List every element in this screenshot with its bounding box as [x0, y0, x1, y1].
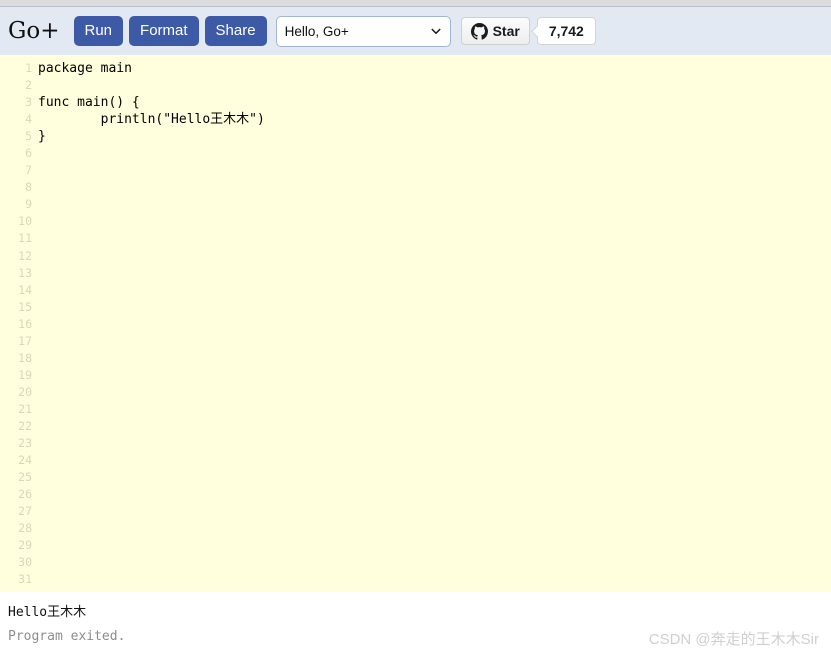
code-line[interactable]: 21 — [0, 401, 831, 418]
line-number: 6 — [25, 146, 32, 161]
format-button[interactable]: Format — [129, 16, 199, 46]
code-line[interactable]: 10 — [0, 213, 831, 230]
code-line[interactable]: 23 — [0, 435, 831, 452]
code-line[interactable]: 26 — [0, 486, 831, 503]
line-number: 31 — [18, 572, 32, 587]
chevron-down-icon — [430, 25, 442, 37]
line-number: 18 — [18, 350, 32, 365]
code-lines[interactable]: 1 package main 2 3 func main() {4 println("H… — [0, 60, 831, 588]
line-number: 5 — [25, 129, 32, 144]
line-number: 30 — [18, 555, 32, 570]
line-number: 3 — [25, 95, 32, 110]
console-status: Program exited. — [8, 629, 126, 644]
code-line[interactable]: 6 — [0, 145, 831, 162]
toolbar: Go+ Run Format Share Hello, Go+ Star 7,7… — [0, 7, 831, 55]
code-line[interactable]: 5} — [0, 128, 831, 145]
line-number: 9 — [25, 197, 32, 212]
example-select-wrapper: Hello, Go+ — [275, 15, 451, 47]
code-line[interactable]: 15 — [0, 299, 831, 316]
line-number: 7 — [25, 163, 32, 178]
code-line-text: } — [38, 129, 46, 145]
code-line[interactable]: 30 — [0, 554, 831, 571]
github-star-button[interactable]: Star — [460, 17, 530, 45]
code-line[interactable]: 20 — [0, 384, 831, 401]
code-editor[interactable]: 1 package main 2 3 func main() {4 println("H… — [0, 55, 831, 592]
code-line[interactable]: 22 — [0, 418, 831, 435]
github-star-label: Star — [492, 23, 520, 39]
github-star-group: Star 7,742 — [460, 17, 596, 45]
line-number: 13 — [18, 265, 32, 280]
line-number: 24 — [18, 453, 32, 468]
run-button[interactable]: Run — [73, 16, 124, 46]
line-number: 8 — [25, 180, 32, 195]
line-number: 11 — [18, 231, 32, 246]
code-line[interactable]: 13 — [0, 265, 831, 282]
code-line[interactable]: 2 — [0, 77, 831, 94]
code-line[interactable]: 8 — [0, 179, 831, 196]
code-line[interactable]: 25 — [0, 469, 831, 486]
line-number: 1 — [25, 61, 32, 75]
line-number: 4 — [25, 112, 32, 127]
line-number: 25 — [18, 470, 32, 485]
example-select[interactable]: Hello, Go+ — [275, 15, 451, 47]
line-number: 15 — [18, 299, 32, 314]
line-number: 21 — [18, 401, 32, 416]
code-line[interactable]: 9 — [0, 196, 831, 213]
example-select-value: Hello, Go+ — [284, 23, 349, 39]
line-number: 28 — [18, 521, 32, 536]
line-number: 12 — [18, 248, 32, 263]
code-line[interactable]: 11 — [0, 230, 831, 247]
code-line[interactable]: 28 — [0, 520, 831, 537]
line-number: 26 — [18, 487, 32, 502]
code-line[interactable]: 1 package main — [0, 60, 831, 77]
line-number: 23 — [18, 436, 32, 451]
window-top-strip — [0, 0, 831, 7]
code-line[interactable]: 18 — [0, 350, 831, 367]
goplus-logo: Go+ — [8, 18, 60, 44]
watermark: CSDN @奔走的王木木Sir — [648, 631, 819, 648]
github-icon — [470, 22, 488, 40]
code-line[interactable]: 31 — [0, 571, 831, 588]
code-line[interactable]: 3 func main() { — [0, 94, 831, 111]
code-line[interactable]: 29 — [0, 537, 831, 554]
line-number: 14 — [18, 282, 32, 297]
line-number: 16 — [18, 316, 32, 331]
code-line[interactable]: 14 — [0, 282, 831, 299]
line-number: 19 — [18, 367, 32, 382]
code-line-text: println("Hello王木木") — [38, 112, 265, 128]
code-line[interactable]: 19 — [0, 367, 831, 384]
code-line[interactable]: 7 — [0, 162, 831, 179]
code-line-text: package main — [38, 61, 132, 76]
line-number: 17 — [18, 333, 32, 348]
line-number: 22 — [18, 418, 32, 433]
code-line[interactable]: 16 — [0, 316, 831, 333]
line-number: 27 — [18, 504, 32, 519]
line-number: 29 — [18, 538, 32, 553]
share-button[interactable]: Share — [204, 16, 267, 46]
code-line[interactable]: 4 println("Hello王木木") — [0, 111, 831, 128]
code-line[interactable]: 27 — [0, 503, 831, 520]
code-line-text: func main() { — [38, 95, 140, 111]
github-star-count[interactable]: 7,742 — [536, 17, 596, 45]
console-stdout: Hello王木木 — [8, 605, 87, 620]
code-line[interactable]: 17 — [0, 333, 831, 350]
code-line[interactable]: 24 — [0, 452, 831, 469]
line-number: 20 — [18, 384, 32, 399]
line-number: 2 — [25, 78, 32, 93]
line-number: 10 — [18, 214, 32, 229]
code-line[interactable]: 12 — [0, 248, 831, 265]
